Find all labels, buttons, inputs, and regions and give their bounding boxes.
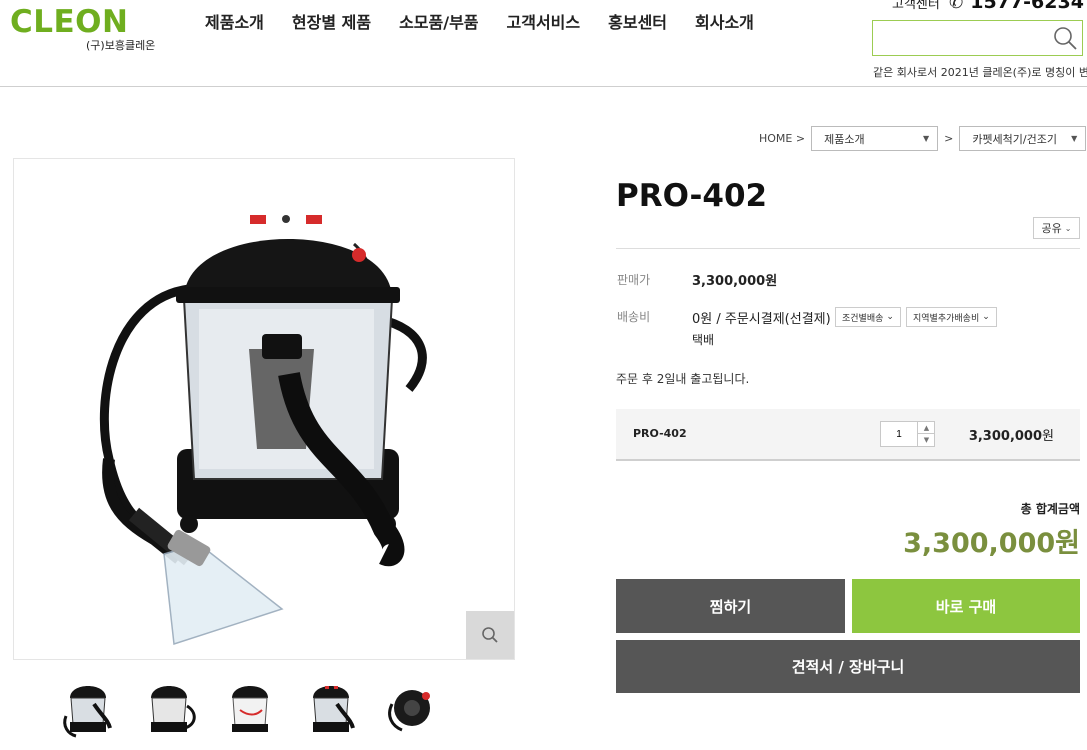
option-name: PRO-402 bbox=[633, 427, 687, 440]
share-label: 공유 bbox=[1041, 222, 1062, 235]
nav-item-company[interactable]: 회사소개 bbox=[695, 9, 754, 33]
thumbnail-list bbox=[52, 672, 457, 744]
nav-item-by-site[interactable]: 현장별 제품 bbox=[292, 9, 371, 33]
chevron-down-icon: ⌄ bbox=[886, 312, 894, 322]
site-header: CLEON (구)보흥클레온 제품소개 현장별 제품 소모품/부품 고객서비스 … bbox=[0, 0, 1087, 87]
option-price-number: 3,300,000 bbox=[968, 429, 1043, 444]
shipping-label: 배송비 bbox=[617, 310, 651, 324]
thumbnail-4[interactable] bbox=[295, 672, 367, 744]
thumbnail-image bbox=[232, 686, 268, 732]
customer-center: 고객센터 ✆ 1577-6234 bbox=[892, 0, 1084, 13]
zoom-icon bbox=[482, 627, 498, 643]
shipping-notice: 주문 후 2일내 출고됩니다. bbox=[616, 372, 750, 386]
share-button[interactable]: 공유 ⌄ bbox=[1033, 217, 1080, 239]
search-box bbox=[872, 20, 1083, 56]
regional-shipping-dropdown[interactable]: 지역별추가배송비 ⌄ bbox=[906, 307, 997, 327]
thumbnail-image bbox=[313, 686, 355, 732]
thumbnail-image bbox=[63, 686, 112, 738]
category-select[interactable]: 제품소개 ▼ bbox=[811, 126, 939, 151]
total-label: 총 합계금액 bbox=[1020, 502, 1080, 516]
main-nav: 제품소개 현장별 제품 소모품/부품 고객서비스 홍보센터 회사소개 bbox=[205, 9, 782, 33]
shipping-method: 택배 bbox=[692, 333, 715, 347]
regional-shipping-label: 지역별추가배송비 bbox=[913, 313, 980, 324]
total-value: 3,300,000원 bbox=[903, 528, 1080, 559]
logo-subtitle: (구)보흥클레온 bbox=[86, 39, 156, 52]
conditional-shipping-dropdown[interactable]: 조건별배송 ⌄ bbox=[835, 307, 901, 327]
quantity-decrease-button[interactable]: ▼ bbox=[917, 434, 935, 446]
carpet-extractor-image bbox=[99, 215, 427, 645]
divider bbox=[616, 248, 1080, 249]
logo[interactable]: CLEON bbox=[10, 4, 128, 40]
shipping-value: 0원 / 주문시결제(선결제) bbox=[692, 312, 831, 327]
breadcrumb-separator: > bbox=[944, 132, 954, 145]
price-label: 판매가 bbox=[617, 273, 651, 287]
nav-item-products[interactable]: 제품소개 bbox=[205, 9, 264, 33]
thumbnail-image bbox=[151, 686, 196, 732]
thumbnail-5[interactable] bbox=[376, 672, 448, 744]
search-icon bbox=[1054, 27, 1077, 50]
breadcrumb: HOME > 제품소개 ▼ > 카펫세척기/건조기 ▼ bbox=[759, 126, 1087, 151]
thumbnail-image bbox=[388, 690, 430, 732]
nav-item-customer-service[interactable]: 고객서비스 bbox=[507, 9, 581, 33]
thumbnail-2[interactable] bbox=[133, 672, 205, 744]
customer-center-label: 고객센터 bbox=[892, 0, 940, 12]
thumbnail-1[interactable] bbox=[52, 672, 124, 744]
search-button[interactable] bbox=[1052, 25, 1078, 51]
price-value: 3,300,000원 bbox=[692, 274, 778, 289]
chevron-down-icon: ▼ bbox=[922, 134, 930, 143]
nav-item-pr-center[interactable]: 홍보센터 bbox=[608, 9, 667, 33]
chevron-down-icon: ⌄ bbox=[982, 312, 990, 322]
phone-icon: ✆ bbox=[948, 0, 964, 13]
option-price: 3,300,000원 bbox=[969, 425, 1054, 444]
thumbnail-3[interactable] bbox=[214, 672, 286, 744]
search-input[interactable] bbox=[873, 21, 1049, 55]
nav-item-parts[interactable]: 소모품/부품 bbox=[399, 9, 478, 33]
quantity-increase-button[interactable]: ▲ bbox=[917, 422, 935, 434]
customer-center-phone[interactable]: 1577-6234 bbox=[970, 0, 1084, 13]
quantity-stepper: ▲ ▼ bbox=[880, 421, 935, 447]
category-select-value: 제품소개 bbox=[824, 132, 865, 146]
selected-option-row: PRO-402 ▲ ▼ 3,300,000원 bbox=[616, 409, 1080, 461]
wishlist-button[interactable]: 찜하기 bbox=[616, 579, 845, 633]
notice-ticker[interactable]: 같은 회사로서 2021년 클레온(주)로 명칭이 변 bbox=[873, 64, 1087, 80]
chevron-down-icon: ▼ bbox=[1071, 134, 1078, 143]
breadcrumb-home[interactable]: HOME > bbox=[759, 132, 805, 145]
subcategory-select[interactable]: 카펫세척기/건조기 ▼ bbox=[959, 126, 1087, 151]
subcategory-select-value: 카펫세척기/건조기 bbox=[972, 132, 1057, 146]
chevron-down-icon: ⌄ bbox=[1064, 223, 1072, 233]
option-price-unit: 원 bbox=[1042, 429, 1054, 444]
quantity-input[interactable] bbox=[881, 422, 917, 446]
product-title: PRO-402 bbox=[616, 178, 768, 214]
zoom-button[interactable] bbox=[466, 611, 514, 659]
buy-now-button[interactable]: 바로 구매 bbox=[852, 579, 1080, 633]
quote-cart-button[interactable]: 견적서 / 장바구니 bbox=[616, 640, 1080, 693]
product-main-image[interactable] bbox=[13, 158, 515, 660]
conditional-shipping-label: 조건별배송 bbox=[842, 313, 884, 324]
